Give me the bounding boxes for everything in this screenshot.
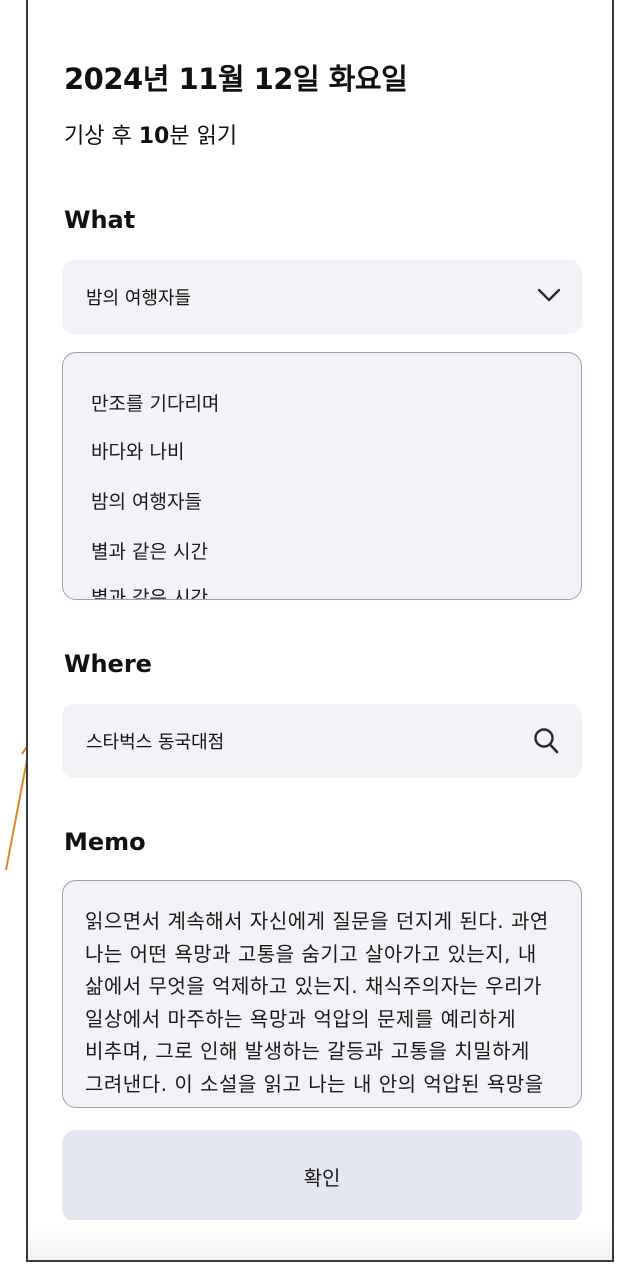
- memo-textarea[interactable]: 읽으면서 계속해서 자신에게 질문을 던지게 된다. 과연 나는 어떤 욕망과 …: [62, 880, 582, 1108]
- dropdown-option[interactable]: 바다와 나비: [91, 437, 184, 464]
- reading-info: 기상 후 10분 읽기: [64, 118, 237, 150]
- dropdown-option[interactable]: 밤의 여행자들: [91, 487, 202, 514]
- location-search-value: 스타벅스 동국대점: [86, 732, 225, 753]
- location-search-field[interactable]: 스타벅스 동국대점: [62, 704, 582, 778]
- dropdown-option[interactable]: 별과 같은 시간: [91, 583, 208, 599]
- page-title: 2024년 11월 12일 화요일: [64, 62, 408, 96]
- reading-minutes: 10: [138, 124, 170, 149]
- reading-info-suffix: 분 읽기: [169, 124, 238, 149]
- phone-screen: 2024년 11월 12일 화요일 기상 후 10분 읽기 What 밤의 여행…: [26, 0, 614, 1262]
- memo-text: 읽으면서 계속해서 자신에게 질문을 던지게 된다. 과연 나는 어떤 욕망과 …: [85, 909, 549, 1107]
- dropdown-option[interactable]: 별과 같은 시간: [91, 537, 208, 564]
- memo-label: Memo: [64, 828, 146, 856]
- chevron-down-icon[interactable]: [536, 286, 562, 304]
- book-dropdown-list[interactable]: 만조를 기다리며 바다와 나비 밤의 여행자들 별과 같은 시간 별과 같은 시…: [62, 352, 582, 600]
- bottom-fade: [28, 1220, 612, 1260]
- reading-info-prefix: 기상 후: [64, 124, 139, 149]
- search-icon[interactable]: [532, 726, 560, 756]
- dropdown-option[interactable]: 만조를 기다리며: [91, 389, 219, 416]
- book-select[interactable]: 밤의 여행자들: [62, 260, 582, 334]
- book-select-value: 밤의 여행자들: [86, 288, 192, 309]
- confirm-button[interactable]: 확인: [62, 1130, 582, 1222]
- what-label: What: [64, 206, 136, 234]
- where-label: Where: [64, 650, 152, 678]
